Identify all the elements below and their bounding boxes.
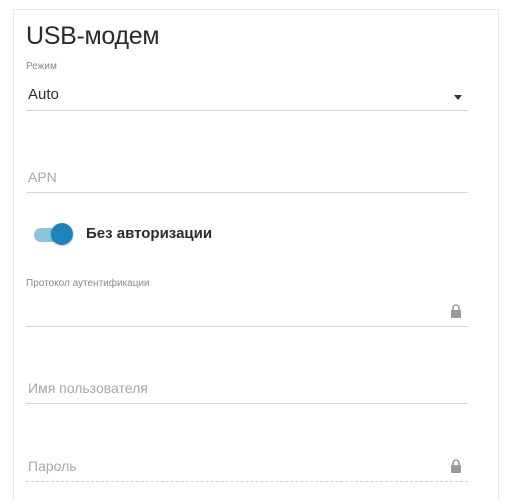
password-field[interactable]: Пароль — [26, 452, 468, 482]
toggle-knob — [51, 223, 73, 245]
apn-field[interactable]: APN — [26, 163, 468, 193]
lock-icon — [451, 459, 461, 473]
auth-protocol-label: Протокол аутентификации — [26, 278, 150, 289]
username-field[interactable]: Имя пользователя — [26, 374, 468, 404]
mode-label: Режим — [26, 61, 57, 72]
chevron-down-icon — [454, 95, 462, 100]
apn-placeholder: APN — [28, 169, 57, 185]
lock-icon — [451, 304, 461, 318]
username-placeholder: Имя пользователя — [28, 380, 148, 396]
no-auth-toggle-row: Без авторизации — [34, 221, 334, 251]
no-auth-label: Без авторизации — [86, 225, 213, 242]
auth-protocol-select[interactable] — [26, 297, 468, 327]
no-auth-toggle[interactable] — [34, 223, 73, 245]
password-placeholder: Пароль — [28, 458, 77, 474]
mode-select[interactable]: Auto — [26, 81, 468, 111]
mode-value: Auto — [28, 86, 59, 103]
page-title: USB-модем — [26, 22, 160, 50]
